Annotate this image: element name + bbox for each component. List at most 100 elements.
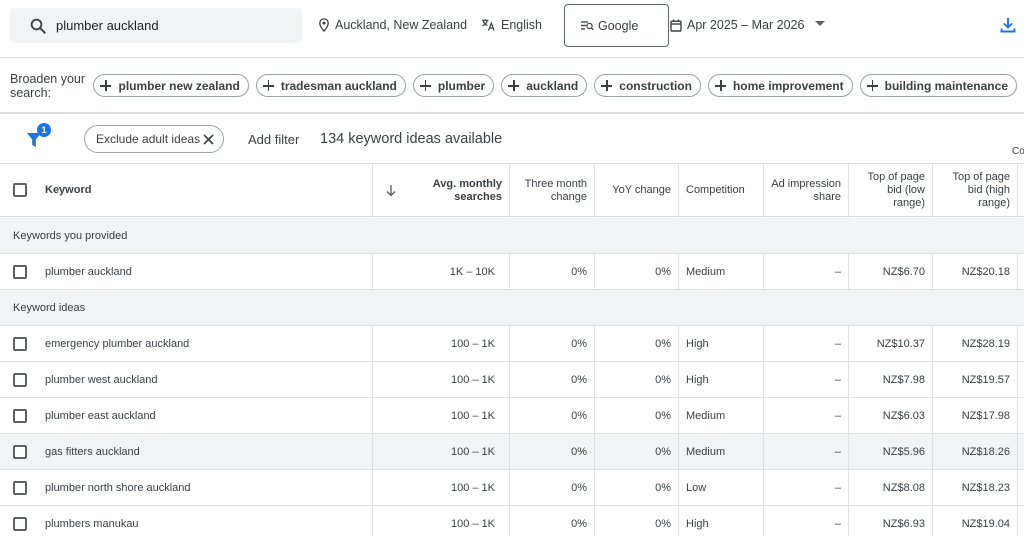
table-row[interactable]: plumber west auckland 100 – 1K 0% 0% Hig…: [0, 362, 1024, 398]
add-filter-button[interactable]: Add filter: [248, 132, 299, 147]
row-checkbox[interactable]: [13, 337, 27, 351]
exclude-adult-ideas-chip[interactable]: Exclude adult ideas: [84, 125, 224, 153]
impression-share-cell: –: [834, 517, 841, 530]
avg-searches-cell: 100 – 1K: [450, 517, 495, 530]
competition-cell: High: [686, 373, 709, 386]
bid-high-cell: NZ$20.18: [961, 265, 1010, 278]
column-divider: [594, 163, 595, 218]
broaden-chip[interactable]: auckland: [501, 74, 588, 97]
column-divider: [763, 254, 764, 290]
header-top-bid-high[interactable]: Top of page bid (high range): [933, 164, 1011, 217]
table-row[interactable]: plumbers manukau 100 – 1K 0% 0% High – N…: [0, 506, 1024, 536]
bid-low-cell: NZ$10.37: [876, 337, 925, 350]
dropdown-arrow-icon[interactable]: [815, 21, 825, 27]
row-checkbox[interactable]: [13, 373, 27, 387]
add-icon: [508, 80, 520, 91]
table-row[interactable]: plumber east auckland 100 – 1K 0% 0% Med…: [0, 398, 1024, 434]
table-row[interactable]: gas fitters auckland 100 – 1K 0% 0% Medi…: [0, 434, 1024, 470]
broaden-chip[interactable]: construction: [594, 74, 701, 97]
column-divider: [1017, 326, 1018, 536]
avg-searches-cell: 100 – 1K: [450, 337, 495, 350]
competition-cell: Medium: [686, 445, 726, 458]
table-row[interactable]: plumber auckland 1K – 10K 0% 0% Medium –…: [0, 254, 1024, 290]
add-icon: [601, 80, 613, 91]
column-divider: [1017, 254, 1018, 290]
select-all-checkbox[interactable]: [13, 183, 27, 197]
network-label: Google: [598, 18, 639, 33]
column-divider: [932, 163, 933, 218]
keyword-cell: gas fitters auckland: [45, 445, 140, 458]
broaden-chip[interactable]: home improvement: [707, 74, 853, 97]
header-line: Avg. monthly: [432, 177, 502, 190]
header-yoy-change[interactable]: YoY change: [595, 164, 671, 217]
sort-down-icon[interactable]: [386, 185, 396, 197]
header-three-month-change[interactable]: Three month change: [509, 164, 587, 217]
bid-low-cell: NZ$6.03: [882, 409, 925, 422]
column-divider: [678, 254, 679, 290]
keyword-ideas-count: 134 keyword ideas available: [320, 131, 503, 147]
location-pin-icon: [319, 18, 329, 32]
yoy-cell: 0%: [655, 373, 671, 386]
language-selector[interactable]: English: [481, 0, 542, 50]
header-competition[interactable]: Competition: [686, 164, 745, 217]
search-input[interactable]: plumber auckland: [56, 18, 159, 33]
competition-cell: Low: [686, 481, 707, 494]
chip-label: tradesman auckland: [280, 78, 397, 93]
impression-share-cell: –: [834, 265, 841, 278]
column-divider: [594, 254, 595, 290]
keyword-cell: plumber north shore auckland: [45, 481, 191, 494]
table-row[interactable]: emergency plumber auckland 100 – 1K 0% 0…: [0, 326, 1024, 362]
column-divider: [763, 163, 764, 218]
row-checkbox[interactable]: [13, 265, 27, 279]
yoy-cell: 0%: [655, 481, 671, 494]
add-icon: [262, 80, 274, 91]
chip-label: plumber new zealand: [118, 78, 240, 93]
date-range-selector[interactable]: Apr 2025 – Mar 2026: [670, 0, 804, 50]
column-divider: [932, 254, 933, 290]
columns-button[interactable]: Co: [1012, 146, 1024, 157]
filter-row: 1 Exclude adult ideas Add filter 134 key…: [0, 116, 1024, 163]
search-box[interactable]: plumber auckland: [10, 8, 302, 43]
filter-count-badge: 1: [37, 123, 51, 137]
broaden-chip[interactable]: tradesman auckland: [255, 74, 406, 97]
column-divider: [848, 163, 849, 218]
close-icon[interactable]: [203, 134, 214, 145]
row-checkbox[interactable]: [13, 517, 27, 531]
competition-cell: High: [686, 337, 709, 350]
header-ad-impression-share[interactable]: Ad impression share: [764, 164, 841, 217]
keyword-cell: plumber auckland: [45, 265, 132, 278]
competition-cell: Medium: [686, 265, 726, 278]
broaden-chip[interactable]: building maintenance: [859, 74, 1017, 97]
column-divider: [848, 326, 849, 536]
yoy-cell: 0%: [655, 517, 671, 530]
header-avg-monthly-searches[interactable]: Avg. monthly searches: [400, 164, 502, 217]
bid-low-cell: NZ$8.08: [882, 481, 925, 494]
header-line: Top of page: [952, 171, 1011, 183]
column-divider: [763, 326, 764, 536]
header-line: change: [550, 190, 587, 203]
table-row[interactable]: plumber north shore auckland 100 – 1K 0%…: [0, 470, 1024, 506]
avg-searches-cell: 100 – 1K: [450, 373, 495, 386]
impression-share-cell: –: [834, 445, 841, 458]
header-keyword[interactable]: Keyword: [45, 164, 91, 217]
network-selector[interactable]: Google: [564, 4, 669, 47]
row-checkbox[interactable]: [13, 481, 27, 495]
row-checkbox[interactable]: [13, 409, 27, 423]
calendar-icon: [670, 19, 682, 32]
broaden-chip[interactable]: plumber: [412, 74, 495, 97]
language-label: English: [501, 18, 542, 32]
three-month-cell: 0%: [571, 481, 587, 494]
three-month-cell: 0%: [571, 373, 587, 386]
broaden-chip[interactable]: plumber new zealand: [93, 74, 249, 97]
header-top-bid-low[interactable]: Top of page bid (low range): [849, 164, 926, 217]
keyword-cell: plumber east auckland: [45, 409, 156, 422]
date-range-label: Apr 2025 – Mar 2026: [687, 18, 805, 32]
download-icon[interactable]: [1000, 17, 1016, 33]
location-selector[interactable]: Auckland, New Zealand: [318, 0, 467, 50]
competition-cell: Medium: [686, 409, 726, 422]
keyword-cell: emergency plumber auckland: [45, 337, 190, 350]
chip-label: home improvement: [732, 78, 844, 93]
bid-low-cell: NZ$7.98: [882, 373, 925, 386]
row-checkbox[interactable]: [13, 445, 27, 459]
impression-share-cell: –: [834, 373, 841, 386]
